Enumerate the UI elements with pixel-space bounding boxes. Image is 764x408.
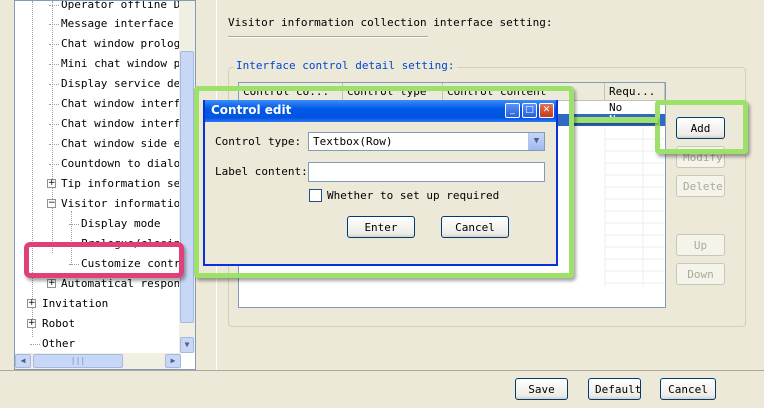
tree-item-label: Countdown to dialog	[61, 157, 187, 170]
label-content-input[interactable]	[308, 162, 545, 182]
dialog-title: Control edit	[211, 103, 292, 117]
control-type-value: Textbox(Row)	[313, 135, 393, 148]
customize-control-highlight	[24, 242, 184, 278]
tree-item-chat-window-interface-1[interactable]: Chat window interfac	[49, 95, 194, 113]
tree-vertical-scrollbar[interactable]: ▼	[179, 1, 195, 353]
tree-item-label: Tip information sett	[61, 177, 194, 190]
tree-item-label: Automatical response	[61, 277, 194, 290]
enter-button[interactable]: Enter	[347, 216, 415, 238]
tree-item-chat-window-prologue[interactable]: Chat window prologue	[49, 35, 194, 53]
tree-item-label: Visitor information	[61, 197, 187, 210]
dialog-titlebar[interactable]: Control edit _ □ ✕	[205, 100, 556, 122]
expand-plus-icon[interactable]: +	[27, 299, 36, 308]
tree-item-chat-window-interface-2[interactable]: Chat window interfac	[49, 115, 194, 133]
up-button[interactable]: Up	[676, 234, 725, 256]
tree-horizontal-scrollbar[interactable]: ◀ ||| ▶	[15, 353, 181, 369]
highlight-connector	[570, 117, 658, 123]
minimize-icon[interactable]: _	[505, 103, 520, 118]
scroll-thumb[interactable]: |||	[33, 354, 123, 368]
scroll-right-arrow-icon[interactable]: ▶	[165, 354, 181, 368]
control-edit-dialog: Control edit _ □ ✕ Control type: Textbox…	[203, 100, 558, 266]
cancel-button[interactable]: Cancel	[660, 378, 716, 400]
settings-tree[interactable]: Operator offline Dis Message interface s…	[14, 0, 196, 370]
tree-item-label: Chat window interfac	[61, 97, 194, 110]
delete-button[interactable]: Delete	[676, 175, 725, 197]
required-checkbox-label: Whether to set up required	[327, 189, 500, 202]
tree-item-operator-offline[interactable]: Operator offline Dis	[49, 0, 194, 14]
tree-guide-line	[32, 1, 33, 337]
tree-item-label: Mini chat window pro	[61, 57, 194, 70]
down-button[interactable]: Down	[676, 263, 725, 285]
tree-item-label: Chat window interfac	[61, 117, 194, 130]
tree-item-label: Chat window prologue	[61, 37, 194, 50]
tree-item-label: Chat window side edg	[61, 137, 194, 150]
tree-item-tip-information[interactable]: Tip information sett	[61, 175, 193, 193]
tree-item-label: Display mode	[81, 217, 161, 230]
control-type-select[interactable]: Textbox(Row) ▼	[308, 132, 545, 151]
expand-plus-icon[interactable]: +	[47, 179, 56, 188]
tree-guide-line	[52, 1, 53, 253]
maximize-icon[interactable]: □	[522, 103, 537, 118]
save-button[interactable]: Save	[515, 378, 568, 400]
expand-plus-icon[interactable]: +	[47, 279, 56, 288]
chevron-down-icon[interactable]: ▼	[528, 133, 544, 150]
collapse-minus-icon[interactable]: −	[47, 199, 56, 208]
divider	[228, 36, 428, 38]
required-checkbox[interactable]	[309, 189, 322, 202]
tree-item-visitor-information[interactable]: Visitor information	[61, 195, 187, 213]
footer-bar	[0, 370, 764, 408]
tree-item-label: Other	[42, 337, 76, 350]
tree-item-label: Message interface se	[61, 17, 194, 30]
tree-item-other[interactable]: Other	[30, 335, 76, 353]
tree-item-display-mode[interactable]: Display mode	[69, 215, 161, 233]
tree-item-label: Display service depa	[61, 77, 194, 90]
dialog-cancel-button[interactable]: Cancel	[441, 216, 509, 238]
default-button[interactable]: Default	[588, 378, 641, 400]
section-title: Visitor information collection interface…	[228, 16, 553, 29]
tree-item-label: Operator offline Dis	[61, 0, 194, 11]
tree-item-countdown-to-dialog[interactable]: Countdown to dialog	[49, 155, 187, 173]
close-icon[interactable]: ✕	[539, 103, 554, 118]
control-type-label: Control type:	[215, 135, 302, 148]
tree-item-label: Invitation	[42, 297, 109, 310]
label-content-label: Label content:	[215, 165, 308, 178]
tree-item-message-interface[interactable]: Message interface se	[49, 15, 194, 33]
add-button-highlight	[655, 100, 748, 154]
tree-item-display-service-department[interactable]: Display service depa	[49, 75, 194, 93]
tree-item-chat-window-side-edge[interactable]: Chat window side edg	[49, 135, 194, 153]
expand-plus-icon[interactable]: +	[27, 319, 36, 328]
scroll-thumb[interactable]	[180, 51, 194, 323]
tree-item-invitation[interactable]: Invitation	[42, 295, 108, 313]
tree-item-robot[interactable]: Robot	[42, 315, 75, 333]
column-header[interactable]: Requ...	[605, 83, 665, 101]
scroll-left-arrow-icon[interactable]: ◀	[15, 354, 31, 368]
tree-item-mini-chat-window[interactable]: Mini chat window pro	[49, 55, 194, 73]
tree-item-label: Robot	[42, 317, 76, 330]
group-legend: Interface control detail setting:	[234, 59, 457, 72]
scroll-down-arrow-icon[interactable]: ▼	[180, 337, 194, 353]
